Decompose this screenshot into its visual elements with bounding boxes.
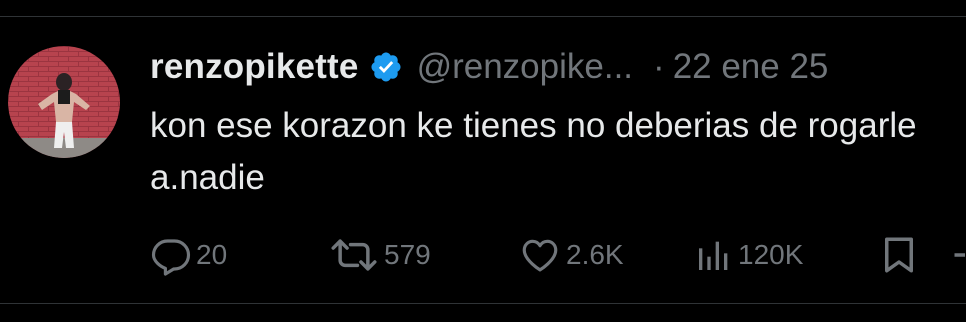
tweet[interactable]: renzopikette @renzopike... · 22 ene 25 k… xyxy=(0,0,966,322)
views-button[interactable]: 120K xyxy=(694,230,803,280)
avatar[interactable] xyxy=(8,46,120,158)
share-button[interactable] xyxy=(950,230,966,280)
retweet-button[interactable]: 579 xyxy=(328,230,431,280)
avatar-image xyxy=(8,46,120,158)
user-handle[interactable]: @renzopike... xyxy=(417,47,633,87)
retweet-count: 579 xyxy=(384,239,431,270)
tweet-header: renzopikette @renzopike... · 22 ene 25 xyxy=(150,44,828,90)
action-bar: 20 579 2.6K 120K xyxy=(0,230,966,280)
separator-dot: · xyxy=(653,47,665,86)
verified-badge-icon[interactable] xyxy=(369,50,403,84)
view-count: 120K xyxy=(738,239,804,270)
like-button[interactable]: 2.6K xyxy=(518,230,624,280)
tweet-text: kon ese korazon ke tienes no deberias de… xyxy=(150,106,917,197)
display-name[interactable]: renzopikette xyxy=(150,47,359,87)
reply-icon xyxy=(150,234,192,276)
heart-icon xyxy=(518,234,562,276)
bookmark-icon xyxy=(878,234,920,276)
share-icon xyxy=(950,234,966,276)
reply-count: 20 xyxy=(196,239,228,270)
bookmark-button[interactable] xyxy=(878,230,920,280)
retweet-icon xyxy=(328,234,380,276)
views-chart-icon xyxy=(694,234,734,276)
divider xyxy=(0,16,966,17)
like-count: 2.6K xyxy=(566,239,624,270)
tweet-date[interactable]: 22 ene 25 xyxy=(673,47,829,87)
reply-button[interactable]: 20 xyxy=(150,230,227,280)
divider xyxy=(0,303,966,304)
